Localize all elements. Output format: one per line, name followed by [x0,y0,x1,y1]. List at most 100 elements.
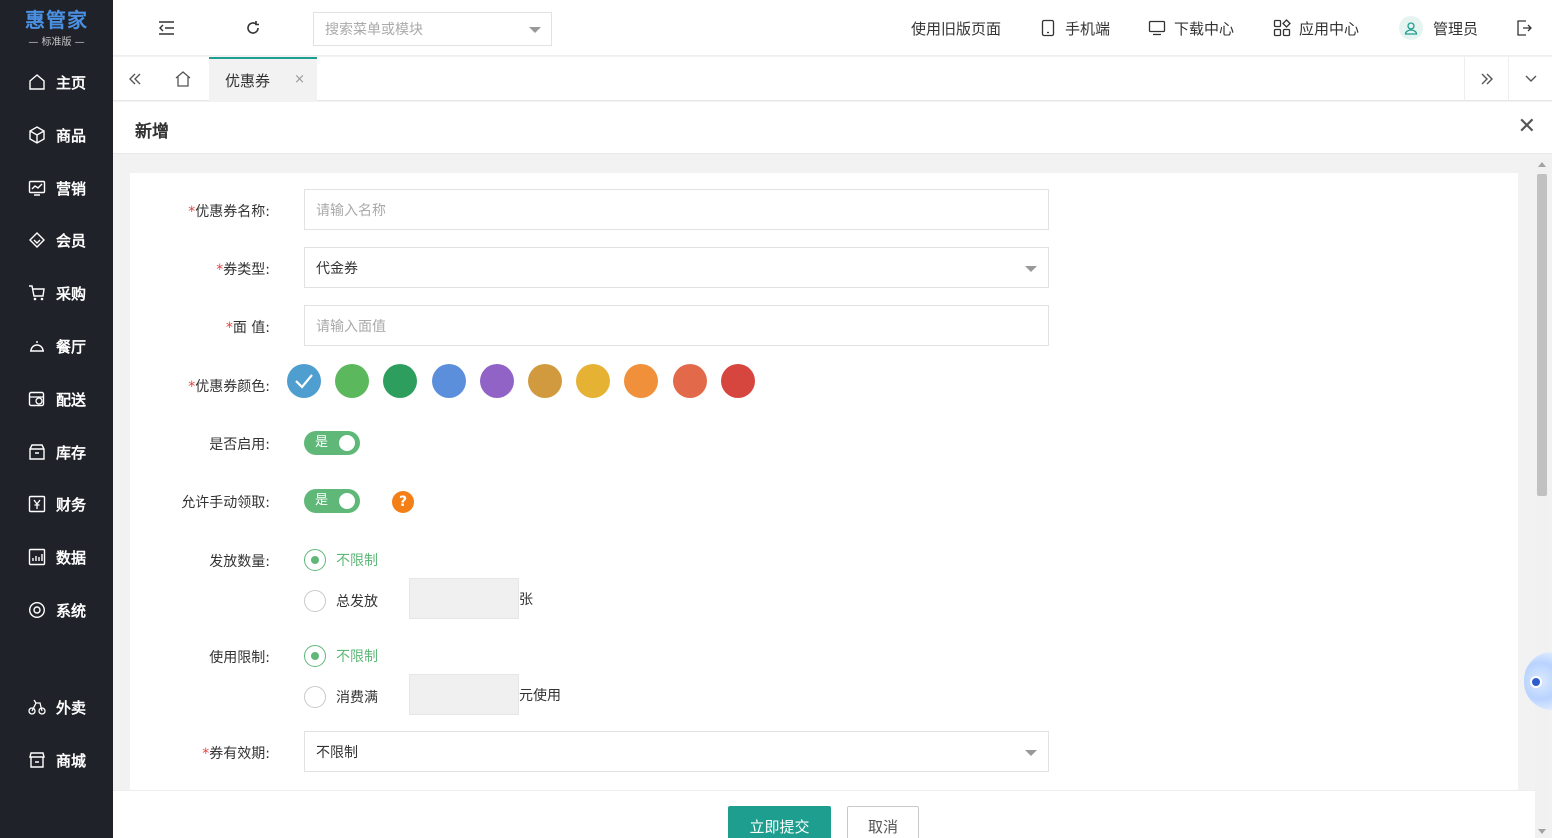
add-coupon-dialog: 新增 ✕ *优惠券名称: 请输入名称 *券类型: 代金券 *面 值: 请输入面值… [113,102,1552,838]
delivery-icon [28,391,45,407]
apps-label: 应用中心 [1299,19,1360,38]
diamond-icon [29,232,45,248]
check-icon [295,374,313,389]
color-swatch[interactable] [479,364,514,398]
usage-min-spend-radio[interactable]: 消费满 [304,686,378,708]
home-icon [29,74,45,90]
old-version-label: 使用旧版页面 [911,19,1002,38]
enabled-label: 是否启用: [209,437,270,453]
mobile-label: 手机端 [1065,19,1111,38]
color-swatch[interactable] [576,364,611,398]
coupon-form: *优惠券名称: 请输入名称 *券类型: 代金券 *面 值: 请输入面值 *优惠券… [130,173,1518,793]
color-swatch[interactable] [431,364,466,398]
sidebar-item-inventory[interactable]: 库存 [0,432,113,472]
refresh-button[interactable] [233,0,273,56]
tab-home[interactable] [157,57,209,101]
search-placeholder: 搜索菜单或模块 [325,22,423,38]
color-swatch[interactable] [672,364,707,398]
sidebar-item-label: 配送 [56,390,87,409]
face-value-input[interactable]: 请输入面值 [304,305,1049,346]
sidebar-item-restaurant[interactable]: 餐厅 [0,326,113,366]
tabs-scroll-right-button[interactable] [1464,57,1508,101]
mobile-link[interactable]: 手机端 [1039,0,1110,56]
coupon-type-select[interactable]: 代金券 [304,247,1049,288]
collapse-menu-button[interactable] [147,0,187,56]
dialog-title: 新增 [135,122,169,142]
coupon-color-label: *优惠券颜色: [188,379,270,395]
user-menu[interactable]: 管理员 [1399,0,1478,56]
scroll-up-icon[interactable] [1538,162,1546,167]
quantity-total-input[interactable] [409,578,519,619]
close-icon[interactable]: ✕ [1518,116,1536,138]
menu-search-select[interactable]: 搜索菜单或模块 [313,12,552,46]
sidebar-item-home[interactable]: 主页 [0,62,113,102]
min-spend-input[interactable] [409,674,519,715]
download-label: 下载中心 [1174,19,1235,38]
yuan-icon [28,495,46,513]
home-icon [175,71,191,87]
color-swatch[interactable] [335,364,370,398]
submit-button[interactable]: 立即提交 [728,806,831,838]
color-swatch[interactable] [720,364,755,398]
sidebar-item-goods[interactable]: 商品 [0,115,113,155]
logo[interactable]: 惠管家 — 标准版 — [0,0,113,56]
sidebar-item-system[interactable]: 系统 [0,590,113,630]
sidebar-item-label: 会员 [56,231,87,250]
double-chevron-right-icon [1481,73,1493,85]
sidebar-item-label: 商城 [56,751,87,770]
app-center-link[interactable]: 应用中心 [1273,0,1359,56]
tabs-bar: 优惠券 × [113,57,1552,101]
dialog-footer: 立即提交 取消 [113,790,1535,838]
shop-icon [29,752,45,768]
color-swatch[interactable] [528,364,562,398]
box-icon [29,126,45,144]
cancel-button[interactable]: 取消 [847,806,919,838]
sidebar-item-finance[interactable]: 财务 [0,484,113,524]
dialog-scrollbar[interactable] [1535,158,1549,838]
sidebar-item-member[interactable]: 会员 [0,220,113,260]
chevron-down-icon [1025,266,1037,272]
sidebar-item-label: 数据 [56,548,87,567]
sidebar-item-data[interactable]: 数据 [0,537,113,577]
sidebar-item-delivery[interactable]: 配送 [0,379,113,419]
avatar [1399,16,1423,40]
chevron-down-icon [1525,75,1536,82]
logout-button[interactable] [1509,0,1539,56]
tabs-menu-button[interactable] [1508,57,1552,101]
manual-claim-label: 允许手动领取: [181,495,270,511]
usage-limit-label: 使用限制: [209,650,270,666]
sidebar-item-label: 商品 [56,126,87,145]
coupon-name-input[interactable]: 请输入名称 [304,189,1049,230]
validity-select[interactable]: 不限制 [304,731,1049,772]
enabled-switch[interactable]: 是 [304,431,360,455]
user-label: 管理员 [1433,19,1479,38]
color-swatch[interactable] [383,364,418,398]
sidebar-item-mall[interactable]: 商城 [0,740,113,780]
download-center-link[interactable]: 下载中心 [1148,0,1234,56]
sidebar-item-marketing[interactable]: 营销 [0,168,113,208]
scrollbar-thumb[interactable] [1537,174,1547,496]
sidebar-item-label: 外卖 [56,698,87,717]
phone-icon [1041,19,1055,37]
min-spend-unit: 元使用 [519,688,561,704]
old-version-link[interactable]: 使用旧版页面 [911,0,1001,56]
apps-icon [1273,19,1291,37]
usage-unlimited-radio[interactable]: 不限制 [304,645,378,667]
indent-icon [159,21,174,35]
quantity-unit: 张 [519,592,533,608]
manual-claim-switch[interactable]: 是 [304,489,360,513]
tab-coupon[interactable]: 优惠券 × [209,57,317,101]
bike-icon [28,699,46,715]
quantity-unlimited-radio[interactable]: 不限制 [304,549,378,571]
sidebar-item-takeout[interactable]: 外卖 [0,687,113,727]
help-icon[interactable]: ? [392,491,414,513]
tabs-scroll-left-button[interactable] [113,57,157,101]
color-swatch[interactable] [624,364,659,398]
scroll-down-icon[interactable] [1538,829,1546,834]
sidebar-item-purchase[interactable]: 采购 [0,273,113,313]
tab-close-icon[interactable]: × [294,72,305,87]
logout-icon [1517,20,1532,36]
color-swatch[interactable] [287,364,321,398]
quantity-total-radio[interactable]: 总发放 [304,590,378,612]
sidebar-item-label: 财务 [56,495,87,514]
